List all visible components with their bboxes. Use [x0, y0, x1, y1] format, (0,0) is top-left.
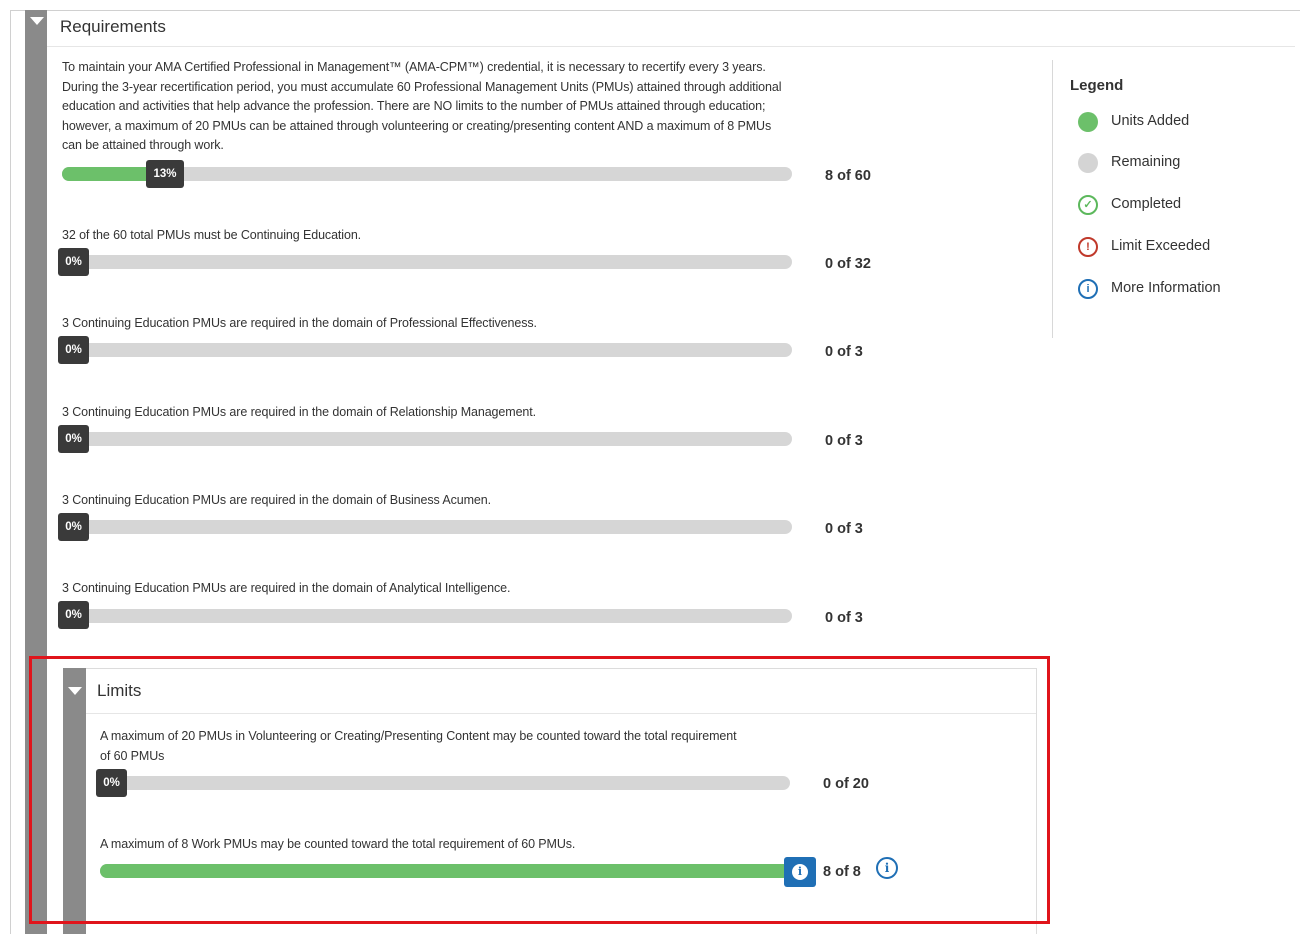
progress-count: 8 of 60 — [825, 168, 871, 184]
legend-label: Completed — [1111, 196, 1182, 212]
legend-label: Units Added — [1111, 113, 1190, 129]
info-circle-icon: i — [792, 864, 808, 880]
requirement-description: 32 of the 60 total PMUs must be Continui… — [62, 228, 362, 242]
collapse-caret-icon[interactable] — [68, 687, 82, 695]
progress-bar — [62, 520, 792, 534]
percent-badge: 0% — [58, 336, 89, 364]
progress-count: 0 of 20 — [823, 776, 869, 792]
progress-count: 8 of 8 — [823, 864, 861, 880]
check-circle-icon: ✓ — [1078, 195, 1098, 215]
progress-bar — [100, 776, 790, 790]
progress-fill — [62, 167, 157, 181]
legend-divider — [1052, 60, 1053, 338]
requirements-header: Requirements — [47, 10, 1295, 47]
percent-badge: 0% — [96, 769, 127, 797]
legend-label: More Information — [1111, 280, 1221, 296]
progress-count: 0 of 32 — [825, 256, 871, 272]
more-information-icon[interactable]: i — [876, 857, 898, 879]
progress-count: 0 of 3 — [825, 344, 863, 360]
progress-count: 0 of 3 — [825, 521, 863, 537]
progress-bar — [100, 864, 790, 878]
percent-badge: 0% — [58, 513, 89, 541]
progress-bar — [62, 343, 792, 357]
requirement-description: 3 Continuing Education PMUs are required… — [62, 316, 537, 330]
requirements-collapse-bar[interactable] — [25, 10, 47, 934]
info-circle-icon: i — [1078, 279, 1098, 299]
requirement-description: 3 Continuing Education PMUs are required… — [62, 581, 511, 595]
percent-badge: 0% — [58, 248, 89, 276]
progress-fill — [100, 864, 790, 878]
percent-badge: 13% — [146, 160, 184, 188]
progress-bar — [62, 609, 792, 623]
requirements-intro: To maintain your AMA Certified Professio… — [62, 60, 782, 152]
requirement-description: 3 Continuing Education PMUs are required… — [62, 493, 491, 507]
collapse-caret-icon[interactable] — [30, 17, 44, 25]
percent-badge: 0% — [58, 425, 89, 453]
info-badge[interactable]: i — [784, 857, 816, 887]
limit-description: A maximum of 8 Work PMUs may be counted … — [100, 837, 576, 851]
progress-bar — [62, 255, 792, 269]
gray-dot-icon — [1078, 153, 1098, 173]
legend-title: Legend — [1070, 77, 1124, 94]
green-dot-icon — [1078, 112, 1098, 132]
limits-title: Limits — [97, 681, 142, 700]
progress-count: 0 of 3 — [825, 433, 863, 449]
progress-count: 0 of 3 — [825, 610, 863, 626]
percent-badge: 0% — [58, 601, 89, 629]
legend-label: Remaining — [1111, 154, 1181, 170]
legend-label: Limit Exceeded — [1111, 238, 1211, 254]
requirement-description: 3 Continuing Education PMUs are required… — [62, 405, 537, 419]
limits-collapse-bar[interactable] — [63, 668, 86, 934]
progress-bar — [62, 432, 792, 446]
limit-description: A maximum of 20 PMUs in Volunteering or … — [100, 729, 737, 763]
limits-header: Limits — [86, 668, 1036, 714]
exclamation-circle-icon: ! — [1078, 237, 1098, 257]
requirements-title: Requirements — [60, 17, 166, 36]
